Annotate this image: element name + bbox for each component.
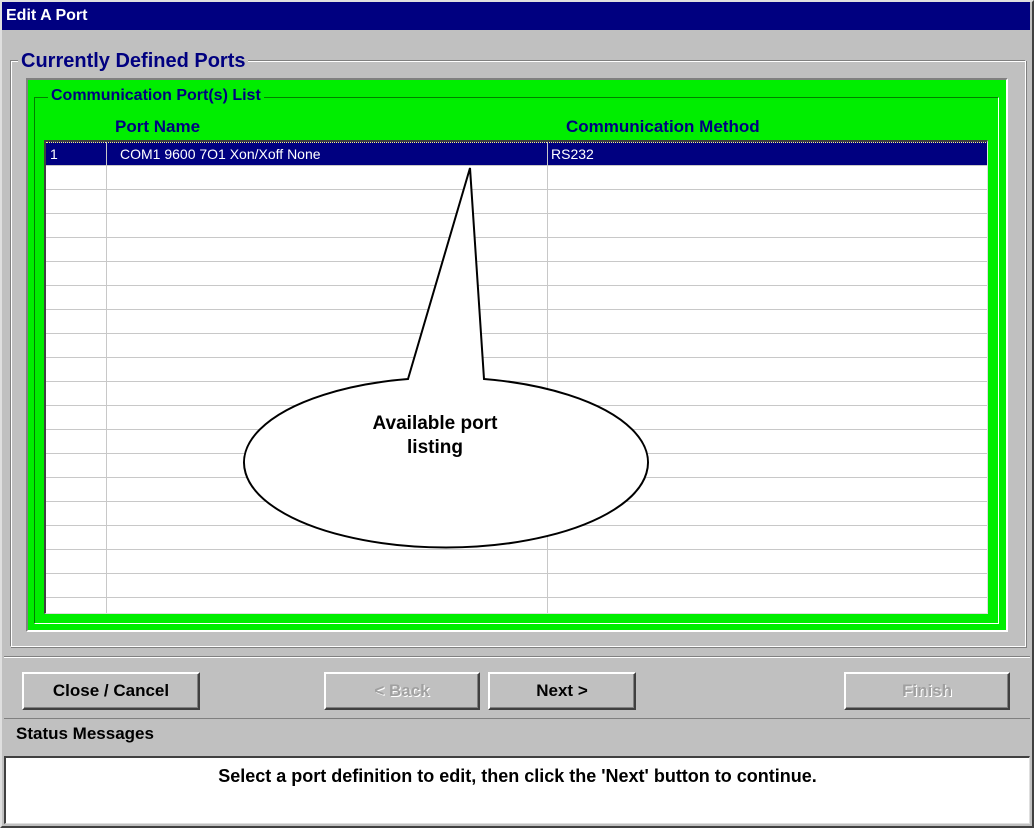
empty-row[interactable] — [46, 214, 987, 238]
empty-row[interactable] — [46, 574, 987, 598]
port-list-grid[interactable]: 1 COM1 9600 7O1 Xon/Xoff None RS232 — [44, 140, 988, 614]
callout-line-1: Available port — [372, 413, 498, 434]
callout-text: Available port listing — [300, 412, 570, 460]
column-divider — [106, 142, 107, 613]
empty-row[interactable] — [46, 358, 987, 382]
empty-row[interactable] — [46, 190, 987, 214]
empty-row[interactable] — [46, 550, 987, 574]
next-button[interactable]: Next > — [488, 672, 636, 710]
empty-row[interactable] — [46, 598, 987, 613]
status-message: Select a port definition to edit, then c… — [4, 756, 1030, 824]
empty-row[interactable] — [46, 526, 987, 550]
back-button[interactable]: < Back — [324, 672, 480, 710]
status-messages-title: Status Messages — [4, 718, 1030, 756]
empty-row[interactable] — [46, 166, 987, 190]
communication-method-cell: RS232 — [547, 142, 987, 166]
empty-row[interactable] — [46, 262, 987, 286]
port-name-cell: COM1 9600 7O1 Xon/Xoff None — [106, 142, 547, 166]
empty-row[interactable] — [46, 286, 987, 310]
empty-row[interactable] — [46, 238, 987, 262]
button-bar-separator — [4, 656, 1030, 658]
empty-row[interactable] — [46, 334, 987, 358]
row-number: 1 — [46, 142, 106, 166]
callout-line-2: listing — [407, 437, 463, 458]
window-title: Edit A Port — [2, 2, 1030, 30]
empty-row[interactable] — [46, 382, 987, 406]
table-row[interactable]: 1 COM1 9600 7O1 Xon/Xoff None RS232 — [46, 142, 987, 166]
communication-port-list-label: Communication Port(s) List — [48, 86, 264, 106]
close-cancel-button[interactable]: Close / Cancel — [22, 672, 200, 710]
finish-button[interactable]: Finish — [844, 672, 1010, 710]
column-header-communication-method[interactable]: Communication Method — [566, 117, 760, 137]
column-header-port-name[interactable]: Port Name — [115, 117, 200, 137]
column-divider — [547, 142, 548, 613]
empty-row[interactable] — [46, 310, 987, 334]
empty-row[interactable] — [46, 502, 987, 526]
currently-defined-ports-label: Currently Defined Ports — [18, 50, 249, 72]
empty-row[interactable] — [46, 478, 987, 502]
